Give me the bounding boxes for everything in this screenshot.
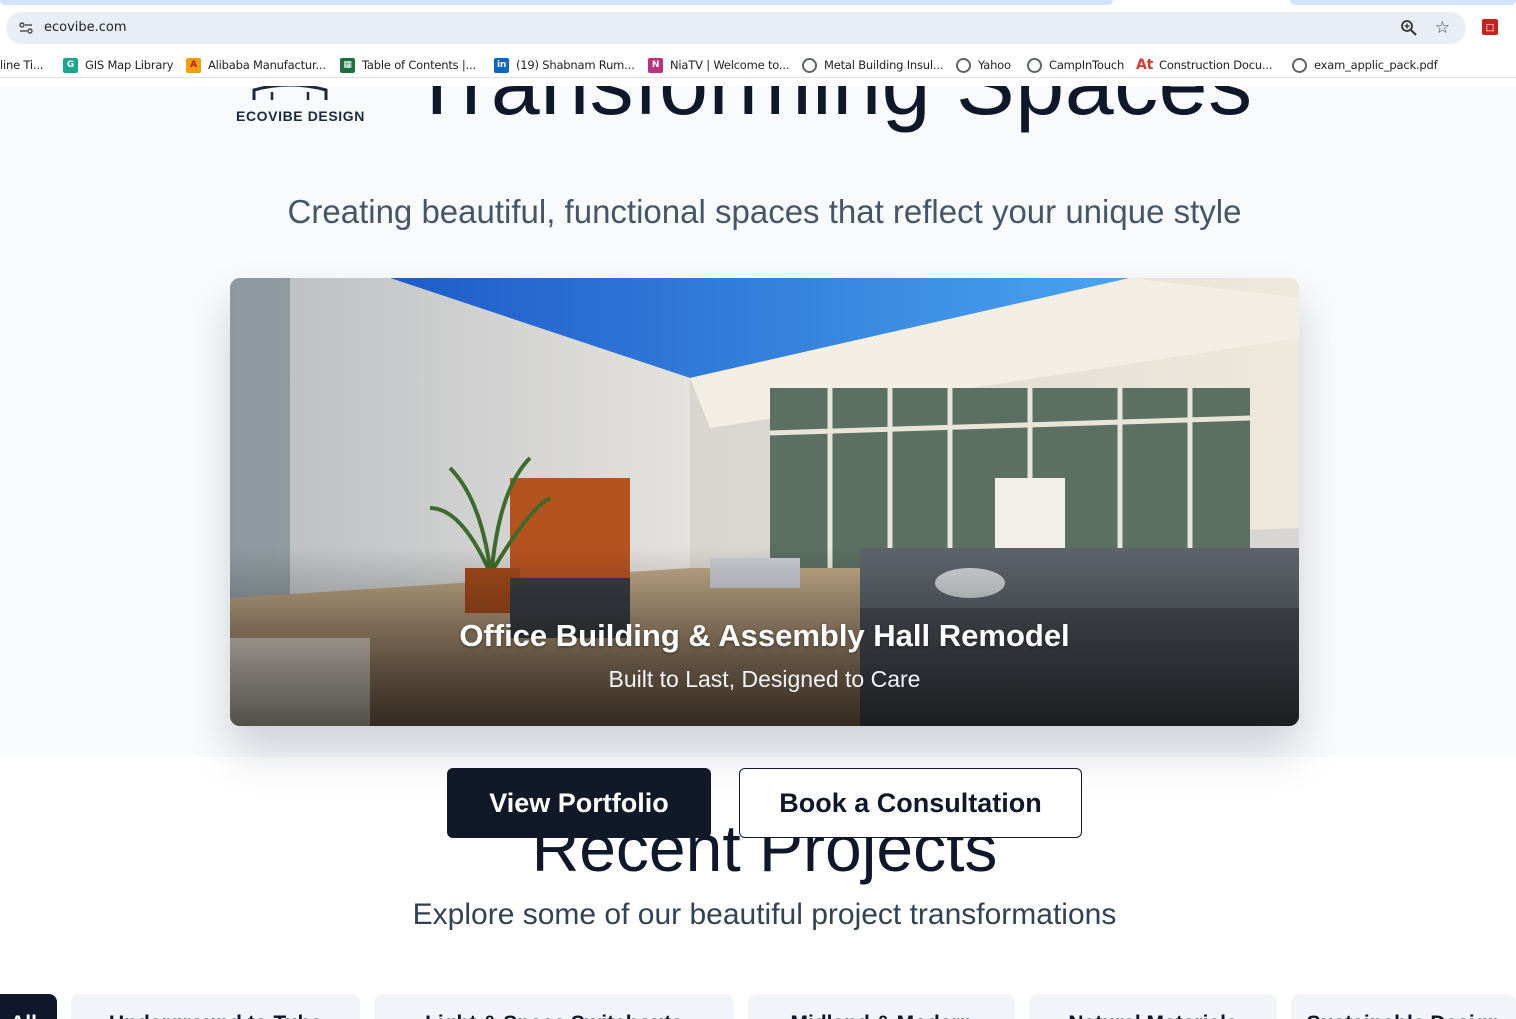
bookmark-item[interactable]: At Construction Docu...	[1135, 56, 1273, 74]
bookmark-label: Metal Building Insul...	[824, 58, 944, 72]
bookmark-label: Table of Contents |...	[362, 58, 476, 72]
zoom-icon[interactable]	[1400, 19, 1418, 37]
pdf-extension-icon[interactable]: ⬚	[1482, 19, 1498, 35]
globe-icon	[956, 57, 971, 73]
site-settings-icon[interactable]	[18, 20, 34, 36]
bookmark-label: Yahoo	[978, 58, 1011, 72]
recent-projects-subtitle: Explore some of our beautiful project tr…	[412, 898, 1117, 931]
url-text[interactable]: ecovibe.com	[44, 20, 127, 35]
page-content: ECOVIBE DESIGN Transforming Spaces Creat…	[0, 86, 1516, 1019]
globe-icon	[802, 57, 817, 73]
book-consultation-button[interactable]: Book a Consultation	[739, 768, 1082, 838]
bookmark-label: line Ti...	[0, 58, 44, 72]
bookmark-item[interactable]: in (19) Shabnam Rum...	[494, 56, 635, 74]
bookmark-label: CampInTouch	[1049, 58, 1125, 72]
featured-project-card[interactable]: Office Building & Assembly Hall Remodel …	[230, 278, 1299, 726]
bookmark-star-icon[interactable]: ☆	[1435, 18, 1450, 38]
niatv-icon: N	[648, 57, 663, 73]
bookmark-label: (19) Shabnam Rum...	[516, 58, 635, 72]
filter-tab-all[interactable]: All	[0, 994, 57, 1019]
bookmark-item[interactable]: line Ti...	[0, 56, 43, 74]
gis-icon: G	[63, 57, 78, 73]
filter-tab[interactable]: Sustainable Design	[1291, 994, 1516, 1019]
filter-tab[interactable]: Light & Space Switchouts	[374, 994, 734, 1019]
hero-title: Transforming Spaces	[410, 86, 1310, 144]
filter-tab[interactable]: Underground to Tube	[71, 994, 360, 1019]
hero-subtitle: Creating beautiful, functional spaces th…	[287, 193, 1242, 230]
view-portfolio-button[interactable]: View Portfolio	[447, 768, 711, 838]
bookmark-item[interactable]: N NiaTV | Welcome to...	[648, 56, 789, 74]
bookmark-label: Alibaba Manufactur...	[208, 58, 326, 72]
bookmark-label: NiaTV | Welcome to...	[670, 58, 790, 72]
globe-icon	[1027, 57, 1042, 73]
bookmark-label: Construction Docu...	[1159, 58, 1273, 72]
bookmark-item[interactable]: Metal Building Insul...	[802, 56, 943, 74]
alibaba-icon: A	[186, 57, 201, 73]
filter-tab[interactable]: Midland & Modern	[748, 994, 1015, 1019]
table-icon: ▦	[340, 57, 355, 73]
bookmark-label: exam_applic_pack.pdf	[1314, 58, 1438, 72]
linkedin-icon: in	[494, 57, 509, 73]
bookmark-label: GIS Map Library	[85, 58, 174, 72]
tab-bar-segment	[1290, 0, 1516, 5]
featured-project-subtitle: Built to Last, Designed to Care	[608, 666, 921, 692]
featured-project-title: Office Building & Assembly Hall Remodel	[459, 618, 1070, 653]
at-icon: At	[1135, 57, 1154, 73]
hero-section: ECOVIBE DESIGN Transforming Spaces Creat…	[0, 86, 1516, 757]
logo-text: ECOVIBE DESIGN	[236, 108, 365, 124]
bookmark-item[interactable]: CampInTouch	[1027, 56, 1124, 74]
bookmark-item[interactable]: exam_applic_pack.pdf	[1292, 56, 1438, 74]
globe-icon	[1292, 57, 1307, 73]
logo-arch-icon	[252, 86, 328, 100]
bookmark-item[interactable]: Yahoo	[956, 56, 1011, 74]
project-filter-tabs: All Underground to Tube Light & Space Sw…	[0, 994, 1516, 1019]
ecovibe-logo[interactable]: ECOVIBE DESIGN	[236, 86, 366, 126]
filter-tab[interactable]: Natural Materials	[1029, 994, 1277, 1019]
bookmark-item[interactable]: G GIS Map Library	[63, 56, 174, 74]
bookmarks-bar: line Ti... G GIS Map Library A Alibaba Man…	[0, 52, 1516, 78]
address-bar[interactable]: ecovibe.com ☆	[6, 12, 1466, 44]
bookmark-item[interactable]: A Alibaba Manufactur...	[186, 56, 326, 74]
tab-strip	[0, 0, 1516, 8]
tab-bar-segment	[0, 0, 1113, 5]
bookmark-item[interactable]: ▦ Table of Contents |...	[340, 56, 476, 74]
